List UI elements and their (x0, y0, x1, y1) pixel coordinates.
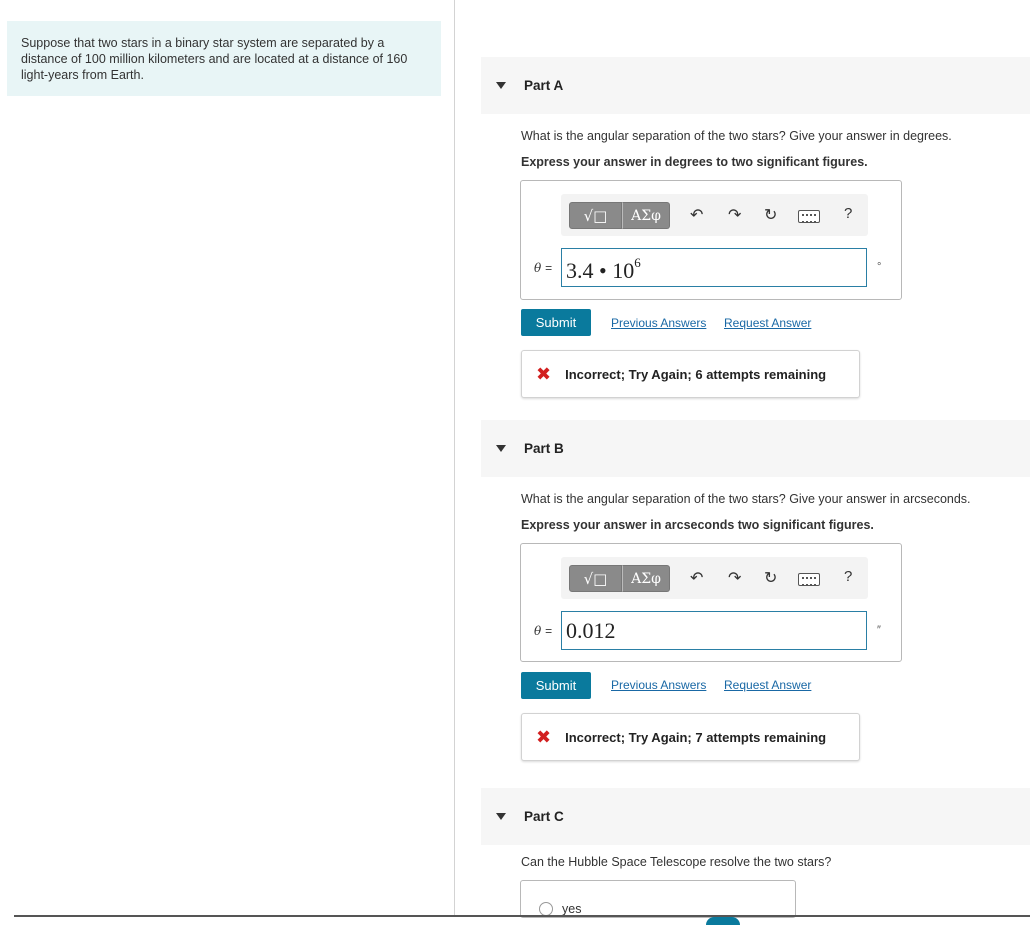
part-a-question: What is the angular separation of the tw… (521, 129, 952, 143)
math-toolbar: √□ ΑΣφ ↶ ↷ ↻ ? (561, 557, 868, 599)
part-a-header[interactable]: Part A (481, 57, 1030, 114)
templates-button[interactable]: √□ (569, 202, 622, 229)
part-b-header[interactable]: Part B (481, 420, 1030, 477)
templates-icon: √□ (583, 569, 608, 588)
bottom-divider (14, 915, 1030, 917)
greek-symbols-label: ΑΣφ (631, 207, 661, 224)
part-b-title: Part B (524, 441, 564, 456)
caret-down-icon (496, 82, 506, 89)
undo-icon[interactable]: ↶ (690, 568, 703, 587)
part-b-previous-answers-link[interactable]: Previous Answers (611, 678, 706, 692)
part-b-request-answer-link[interactable]: Request Answer (724, 678, 811, 692)
math-toolbar: √□ ΑΣφ ↶ ↷ ↻ ? (561, 194, 868, 236)
part-a-instruction: Express your answer in degrees to two si… (521, 155, 868, 169)
answer-value: 0.012 (566, 618, 616, 643)
part-a-title: Part A (524, 78, 564, 93)
part-a-feedback: ✖ Incorrect; Try Again; 6 attempts remai… (521, 350, 860, 398)
part-b-instruction: Express your answer in arcseconds two si… (521, 518, 874, 532)
greek-symbols-label: ΑΣφ (631, 570, 661, 587)
templates-icon: √□ (583, 206, 608, 225)
reset-icon[interactable]: ↻ (764, 568, 777, 587)
scroll-indicator (706, 917, 740, 925)
choice-yes-radio[interactable] (539, 902, 553, 916)
part-c-question: Can the Hubble Space Telescope resolve t… (521, 855, 832, 869)
theta-label: θ = (534, 261, 552, 275)
equals-sign: = (545, 624, 553, 638)
panel-divider (454, 0, 455, 915)
greek-symbols-button[interactable]: ΑΣφ (622, 565, 670, 592)
part-b-question: What is the angular separation of the tw… (521, 492, 971, 506)
part-a-feedback-text: Incorrect; Try Again; 6 attempts remaini… (565, 366, 827, 382)
problem-intro: Suppose that two stars in a binary star … (7, 21, 441, 96)
keyboard-icon[interactable] (798, 573, 820, 586)
part-b-submit-button[interactable]: Submit (521, 672, 591, 699)
equals-sign: = (545, 261, 553, 275)
part-a-answer-box: √□ ΑΣφ ↶ ↷ ↻ ? θ = 3.4 • 106 ° (520, 180, 902, 300)
x-mark-icon: ✖ (536, 363, 552, 385)
greek-symbols-button[interactable]: ΑΣφ (622, 202, 670, 229)
unit-arcsecond: ″ (877, 624, 881, 636)
caret-down-icon (496, 445, 506, 452)
part-b-feedback-text: Incorrect; Try Again; 7 attempts remaini… (565, 729, 827, 745)
part-a-submit-button[interactable]: Submit (521, 309, 591, 336)
answer-mantissa: 3.4 • 10 (566, 258, 635, 283)
part-c-title: Part C (524, 809, 564, 824)
part-a-answer-input[interactable]: 3.4 • 106 (561, 248, 867, 287)
help-button[interactable]: ? (844, 568, 852, 585)
theta-label: θ = (534, 624, 552, 638)
part-b-answer-box: √□ ΑΣφ ↶ ↷ ↻ ? θ = 0.012 ″ (520, 543, 902, 662)
redo-icon[interactable]: ↷ (728, 568, 741, 587)
undo-icon[interactable]: ↶ (690, 205, 703, 224)
choice-yes-label[interactable]: yes (562, 902, 581, 916)
keyboard-icon[interactable] (798, 210, 820, 223)
reset-icon[interactable]: ↻ (764, 205, 777, 224)
theta-symbol: θ (534, 261, 542, 275)
part-c-header[interactable]: Part C (481, 788, 1030, 845)
templates-button[interactable]: √□ (569, 565, 622, 592)
part-b-answer-input[interactable]: 0.012 (561, 611, 867, 650)
theta-symbol: θ (534, 624, 542, 638)
unit-degree: ° (877, 261, 882, 273)
part-a-previous-answers-link[interactable]: Previous Answers (611, 316, 706, 330)
part-c-choices: yes (520, 880, 796, 918)
x-mark-icon: ✖ (536, 726, 552, 748)
redo-icon[interactable]: ↷ (728, 205, 741, 224)
part-a-request-answer-link[interactable]: Request Answer (724, 316, 811, 330)
problem-intro-text: Suppose that two stars in a binary star … (21, 36, 408, 82)
answer-exponent: 6 (634, 255, 641, 270)
help-button[interactable]: ? (844, 205, 852, 222)
caret-down-icon (496, 813, 506, 820)
part-b-feedback: ✖ Incorrect; Try Again; 7 attempts remai… (521, 713, 860, 761)
